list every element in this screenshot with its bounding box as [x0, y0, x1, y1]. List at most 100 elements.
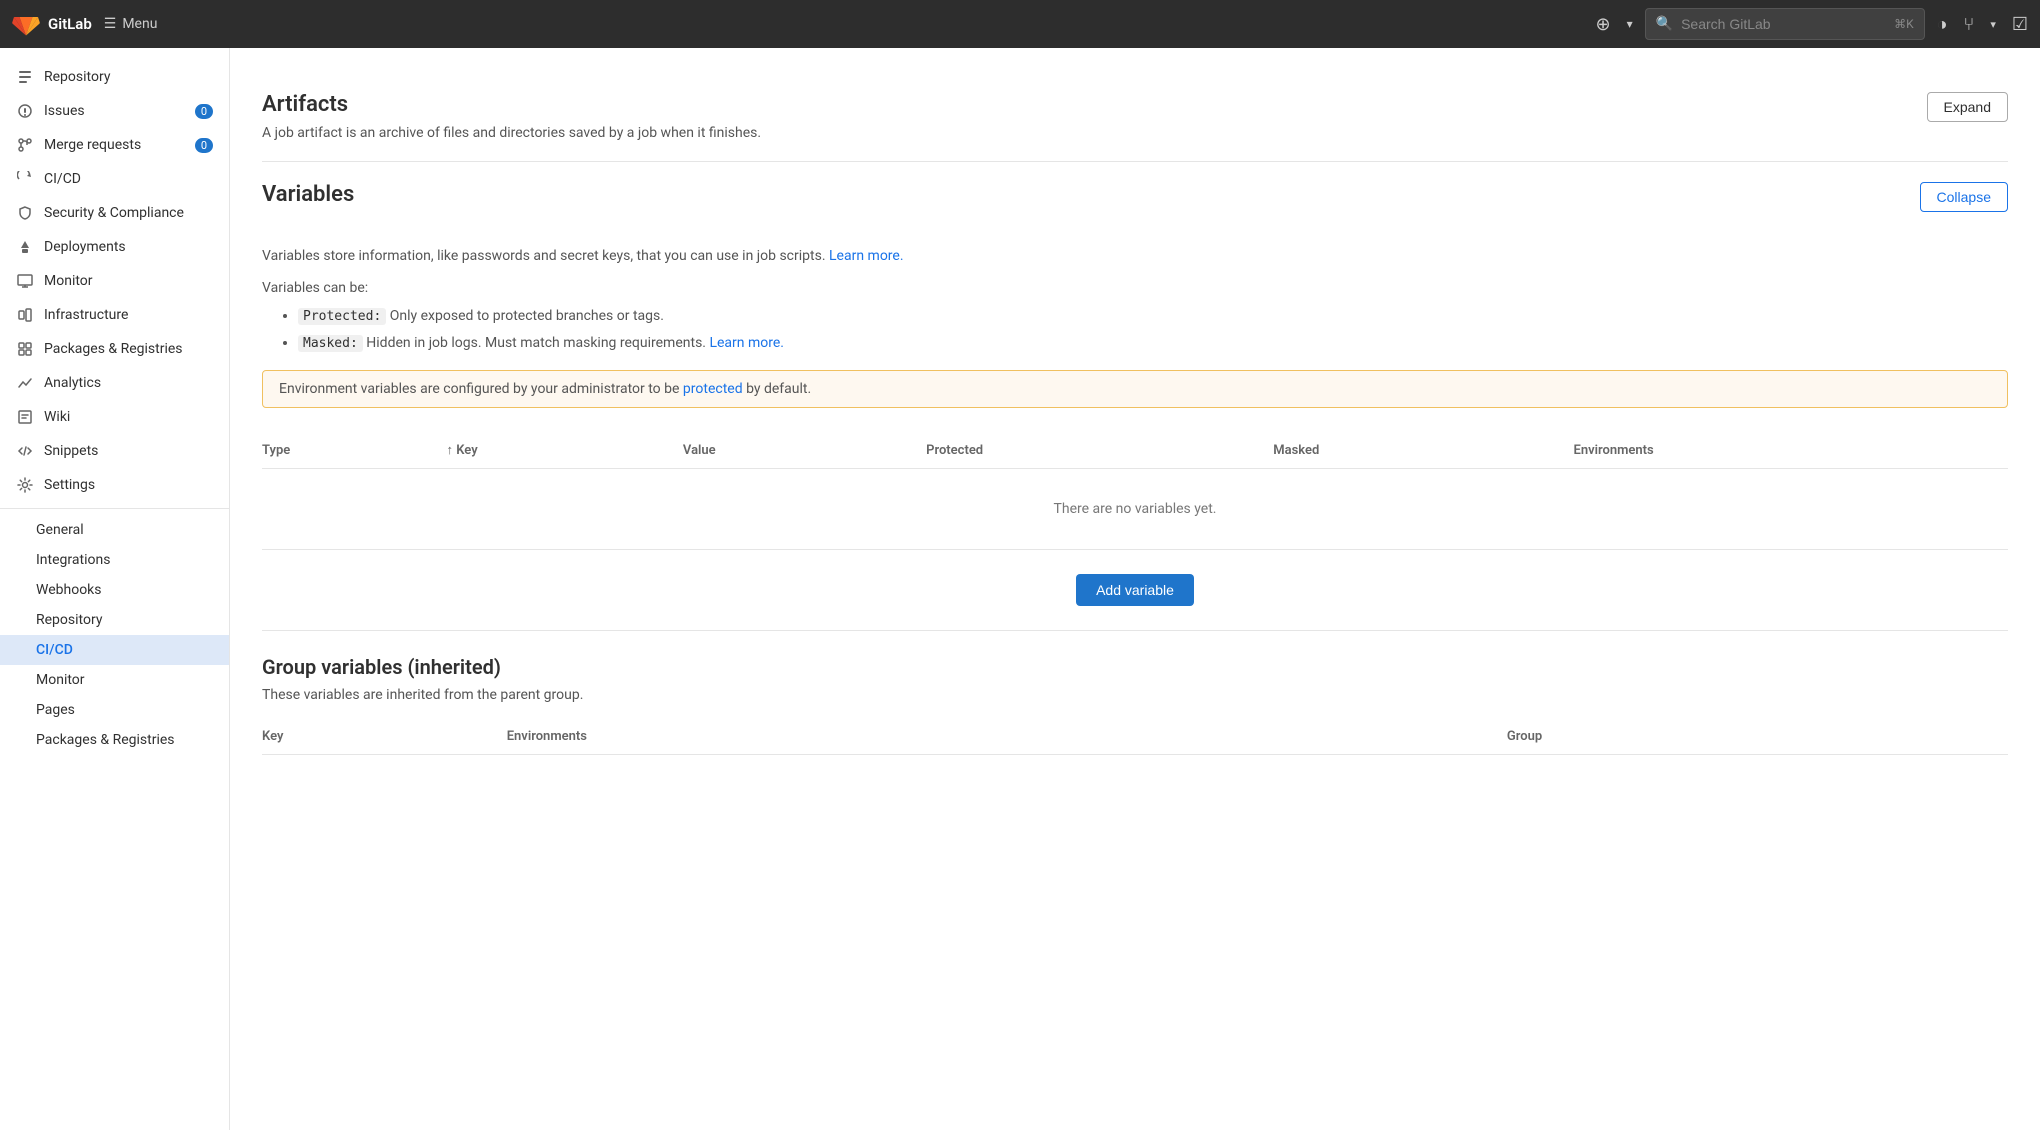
- variables-bullet-masked: Masked: Hidden in job logs. Must match m…: [298, 333, 2008, 354]
- add-variable-button[interactable]: Add variable: [1076, 574, 1194, 606]
- sidebar-sub-packages[interactable]: Packages & Registries: [0, 725, 229, 755]
- infrastructure-icon: [16, 306, 34, 324]
- group-variables-section: Group variables (inherited) These variab…: [262, 647, 2008, 755]
- sidebar-sub-pages[interactable]: Pages: [0, 695, 229, 725]
- sidebar-item-monitor[interactable]: Monitor: [0, 264, 229, 298]
- artifacts-title: Artifacts: [262, 92, 761, 117]
- chevron-down-icon[interactable]: ▾: [1627, 17, 1633, 31]
- sidebar-sub-general[interactable]: General: [0, 515, 229, 545]
- merge-request-icon[interactable]: ⑂: [1964, 14, 1975, 35]
- sidebar-sub-monitor[interactable]: Monitor: [0, 665, 229, 695]
- snippets-icon: [16, 442, 34, 460]
- sidebar-item-analytics[interactable]: Analytics: [0, 366, 229, 400]
- sidebar-item-packages[interactable]: Packages & Registries: [0, 332, 229, 366]
- variables-bullets-list: Protected: Only exposed to protected bra…: [262, 306, 2008, 354]
- top-navigation: GitLab ☰ Menu ⊕ ▾ 🔍 ⌘K ◑ ⑂ ▾ ☑: [0, 0, 2040, 48]
- chevron-merge-icon[interactable]: ▾: [1990, 18, 1996, 31]
- group-variables-header-row: Key Environments Group: [262, 719, 2008, 755]
- sidebar-item-security[interactable]: Security & Compliance: [0, 196, 229, 230]
- variables-body: Variables store information, like passwo…: [262, 232, 2008, 647]
- artifacts-header: Artifacts A job artifact is an archive o…: [262, 72, 2008, 161]
- variables-table: Type ↑ Key Value Protected Masked Enviro…: [262, 432, 2008, 549]
- cicd-icon: [16, 170, 34, 188]
- artifacts-section: Artifacts A job artifact is an archive o…: [262, 72, 2008, 162]
- sidebar-sub-repository[interactable]: Repository: [0, 605, 229, 635]
- group-variables-table: Key Environments Group: [262, 719, 2008, 755]
- group-col-key: Key: [262, 719, 495, 755]
- sidebar-item-wiki[interactable]: Wiki: [0, 400, 229, 434]
- sidebar-sub-webhooks[interactable]: Webhooks: [0, 575, 229, 605]
- protected-link[interactable]: protected: [683, 381, 743, 397]
- artifacts-header-left: Artifacts A job artifact is an archive o…: [262, 92, 761, 141]
- sidebar-item-snippets[interactable]: Snippets: [0, 434, 229, 468]
- monitor-icon: [16, 272, 34, 290]
- main-content: Artifacts A job artifact is an archive o…: [230, 48, 2040, 1130]
- artifacts-description: A job artifact is an archive of files an…: [262, 125, 761, 141]
- repository-icon: [16, 68, 34, 86]
- masked-code: Masked:: [298, 335, 363, 352]
- sidebar-divider: [0, 508, 229, 509]
- masked-learn-more-link[interactable]: Learn more.: [709, 335, 784, 351]
- sidebar-sub-cicd[interactable]: CI/CD: [0, 635, 229, 665]
- artifacts-expand-button[interactable]: Expand: [1927, 92, 2008, 122]
- add-icon[interactable]: ⊕: [1596, 14, 1611, 35]
- variables-collapse-button[interactable]: Collapse: [1920, 182, 2008, 212]
- gitlab-logo[interactable]: GitLab: [12, 10, 92, 38]
- add-variable-container: Add variable: [262, 550, 2008, 630]
- group-col-group: Group: [1495, 719, 2008, 755]
- variables-alert: Environment variables are configured by …: [262, 370, 2008, 408]
- sidebar-item-repository[interactable]: Repository: [0, 60, 229, 94]
- variables-header: Variables Collapse: [262, 162, 2008, 232]
- packages-icon: [16, 340, 34, 358]
- col-protected: Protected: [914, 432, 1261, 469]
- col-environments: Environments: [1562, 432, 2008, 469]
- search-input[interactable]: [1681, 16, 1886, 32]
- issues-icon: [16, 102, 34, 120]
- group-col-environments: Environments: [495, 719, 1495, 755]
- topnav-actions: ⊕ ▾: [1596, 14, 1633, 35]
- sidebar-item-cicd[interactable]: CI/CD: [0, 162, 229, 196]
- todo-icon[interactable]: ☑: [2012, 14, 2028, 35]
- variables-description: Variables store information, like passwo…: [262, 248, 2008, 264]
- variables-list-intro: Variables can be:: [262, 280, 2008, 296]
- sidebar-item-deployments[interactable]: Deployments: [0, 230, 229, 264]
- protected-code: Protected:: [298, 308, 386, 325]
- issues-badge: 0: [195, 104, 213, 119]
- analytics-icon: [16, 374, 34, 392]
- group-variables-table-head: Key Environments Group: [262, 719, 2008, 755]
- col-value: Value: [671, 432, 914, 469]
- variables-bullet-protected: Protected: Only exposed to protected bra…: [298, 306, 2008, 327]
- deployments-icon: [16, 238, 34, 256]
- search-shortcut: ⌘K: [1894, 17, 1914, 31]
- theme-icon[interactable]: ◑: [1937, 14, 1948, 35]
- variables-section: Variables Collapse Variables store infor…: [262, 162, 2008, 647]
- search-icon: 🔍: [1656, 16, 1673, 32]
- variables-empty-row: There are no variables yet.: [262, 469, 2008, 550]
- variables-table-head: Type ↑ Key Value Protected Masked Enviro…: [262, 432, 2008, 549]
- sidebar-item-infrastructure[interactable]: Infrastructure: [0, 298, 229, 332]
- shield-icon: [16, 204, 34, 222]
- variables-title: Variables: [262, 182, 354, 207]
- col-masked: Masked: [1261, 432, 1561, 469]
- key-sort-icon: ↑: [447, 443, 454, 458]
- menu-toggle[interactable]: ☰ Menu: [104, 16, 158, 32]
- group-variables-title: Group variables (inherited): [262, 655, 2008, 679]
- sidebar-item-issues[interactable]: Issues 0: [0, 94, 229, 128]
- sidebar-item-settings[interactable]: Settings: [0, 468, 229, 502]
- topnav-right-icons: ◑ ⑂ ▾ ☑: [1937, 14, 2028, 35]
- wiki-icon: [16, 408, 34, 426]
- vars-divider-2: [262, 630, 2008, 631]
- col-type: Type: [262, 432, 435, 469]
- sidebar-item-merge-requests[interactable]: Merge requests 0: [0, 128, 229, 162]
- variables-table-header-row: Type ↑ Key Value Protected Masked Enviro…: [262, 432, 2008, 469]
- col-key[interactable]: ↑ Key: [435, 432, 671, 469]
- sidebar-sub-integrations[interactable]: Integrations: [0, 545, 229, 575]
- variables-learn-more-link[interactable]: Learn more.: [829, 248, 904, 264]
- variables-empty-message: There are no variables yet.: [262, 469, 2008, 550]
- settings-icon: [16, 476, 34, 494]
- merge-requests-icon: [16, 136, 34, 154]
- merge-requests-badge: 0: [195, 138, 213, 153]
- sidebar: Repository Issues 0 Merge requests 0 CI/…: [0, 48, 230, 1130]
- group-variables-description: These variables are inherited from the p…: [262, 687, 2008, 703]
- search-bar[interactable]: 🔍 ⌘K: [1645, 8, 1925, 40]
